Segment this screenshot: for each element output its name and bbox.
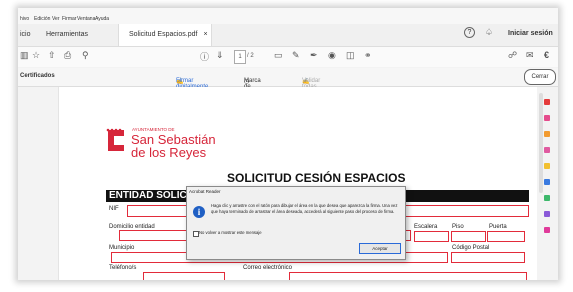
save-icon[interactable]: ▥ bbox=[20, 50, 29, 61]
tab-tools[interactable]: Herramientas bbox=[46, 24, 88, 46]
enhance-icon[interactable] bbox=[544, 179, 550, 185]
signin-link[interactable]: Iniciar sesión bbox=[508, 30, 553, 37]
protect-icon[interactable] bbox=[544, 195, 550, 201]
accept-button[interactable]: Aceptar bbox=[359, 243, 401, 254]
puerta-field[interactable] bbox=[487, 231, 525, 242]
more-icon[interactable]: € bbox=[544, 50, 549, 60]
scrollbar[interactable] bbox=[539, 93, 543, 193]
label-escalera: Escalera bbox=[414, 224, 438, 230]
more-tools-icon[interactable] bbox=[544, 227, 550, 233]
menu-ventana[interactable]: Ventana bbox=[77, 16, 95, 22]
close-certificates-button[interactable]: Cerrar bbox=[524, 69, 556, 85]
sign-icon[interactable]: ✒ bbox=[310, 50, 318, 61]
label-municipio: Municipio bbox=[109, 245, 135, 251]
upload-icon[interactable]: ⇧ bbox=[48, 50, 56, 61]
label-puerta: Puerta bbox=[489, 224, 507, 230]
escalera-field[interactable] bbox=[414, 231, 449, 242]
label-piso: Piso bbox=[452, 224, 464, 230]
telefonos-field[interactable] bbox=[143, 272, 225, 280]
page-up-icon[interactable]: ⓘ bbox=[200, 50, 209, 63]
main-toolbar: ▥ ☆ ⇧ ⎙ ⚲ ⓘ ⇓ 1 / 2 ▭ ✎ ✒ ◉ ◫ ⚭ ☍ ✉ € bbox=[18, 47, 558, 67]
menu-ver[interactable]: Ver bbox=[52, 16, 60, 22]
headphones-icon[interactable]: ⚭ bbox=[364, 50, 372, 61]
certificates-bar: Certificados ✍ Firmar digitalmente ◷ Mar… bbox=[18, 68, 558, 102]
comment-icon[interactable]: ▭ bbox=[274, 50, 283, 61]
bell-icon[interactable]: ♤ bbox=[485, 27, 493, 38]
tab-document[interactable]: Solicitud Espacios.pdf × bbox=[118, 24, 212, 46]
logo-mark-icon bbox=[106, 128, 126, 153]
page-down-icon[interactable]: ⇓ bbox=[216, 50, 224, 61]
dialog-message: Haga clic y arrastre con el ratón para d… bbox=[211, 203, 398, 214]
logo-name-line2: de los Reyes bbox=[131, 145, 207, 160]
pdf-icon[interactable] bbox=[544, 99, 550, 105]
delete-icon[interactable]: ◫ bbox=[346, 50, 355, 61]
menu-bar: hivo Edición Ver Firmar Ventana Ayuda bbox=[18, 8, 558, 24]
dont-show-label: No volver a mostrar este mensaje bbox=[199, 230, 262, 235]
tab-bar: icio Herramientas Solicitud Espacios.pdf… bbox=[18, 24, 558, 47]
certificates-title: Certificados bbox=[20, 73, 55, 79]
tab-home[interactable]: icio bbox=[20, 24, 31, 46]
fill-sign-icon[interactable] bbox=[544, 211, 550, 217]
edit-icon[interactable] bbox=[544, 147, 550, 153]
correo-field[interactable] bbox=[289, 272, 527, 280]
tab-document-label: Solicitud Espacios.pdf bbox=[129, 31, 198, 38]
info-icon: i bbox=[193, 206, 205, 218]
pen-icon[interactable]: ✎ bbox=[292, 50, 300, 61]
share-icon[interactable]: ☍ bbox=[508, 50, 517, 61]
tools-right-pane bbox=[537, 87, 558, 280]
tab-close-icon[interactable]: × bbox=[203, 31, 207, 38]
menu-archivo[interactable]: hivo bbox=[20, 16, 29, 22]
mail-icon[interactable]: ✉ bbox=[526, 50, 534, 61]
logo-crown-icon bbox=[106, 120, 122, 132]
star-icon[interactable]: ☆ bbox=[32, 50, 40, 61]
label-correo: Correo electrónico bbox=[243, 265, 293, 271]
menu-ayuda[interactable]: Ayuda bbox=[95, 16, 109, 22]
stamp-icon[interactable]: ◉ bbox=[328, 50, 336, 61]
acrobat-dialog: Acrobat Reader i Haga clic y arrastre co… bbox=[186, 186, 406, 260]
help-icon[interactable]: ? bbox=[464, 27, 475, 38]
search-icon[interactable]: ⚲ bbox=[82, 50, 89, 61]
organize-icon[interactable] bbox=[544, 163, 550, 169]
menu-firmar[interactable]: Firmar bbox=[62, 16, 76, 22]
page-number-input[interactable]: 1 bbox=[234, 50, 246, 64]
menu-edicion[interactable]: Edición bbox=[34, 16, 50, 22]
codigo-postal-field[interactable] bbox=[451, 252, 525, 263]
piso-field[interactable] bbox=[451, 231, 486, 242]
document-title: SOLICITUD CESIÓN ESPACIOS bbox=[227, 171, 406, 185]
label-codigo-postal: Código Postal bbox=[452, 245, 490, 251]
page-total: / 2 bbox=[247, 53, 254, 59]
label-nif: NIF bbox=[109, 206, 119, 212]
comment-icon[interactable] bbox=[544, 131, 550, 137]
print-icon[interactable]: ⎙ bbox=[64, 50, 71, 61]
dialog-title: Acrobat Reader bbox=[189, 189, 221, 194]
export-icon[interactable] bbox=[544, 115, 550, 121]
label-telefonos: Teléfono/s bbox=[109, 265, 137, 271]
